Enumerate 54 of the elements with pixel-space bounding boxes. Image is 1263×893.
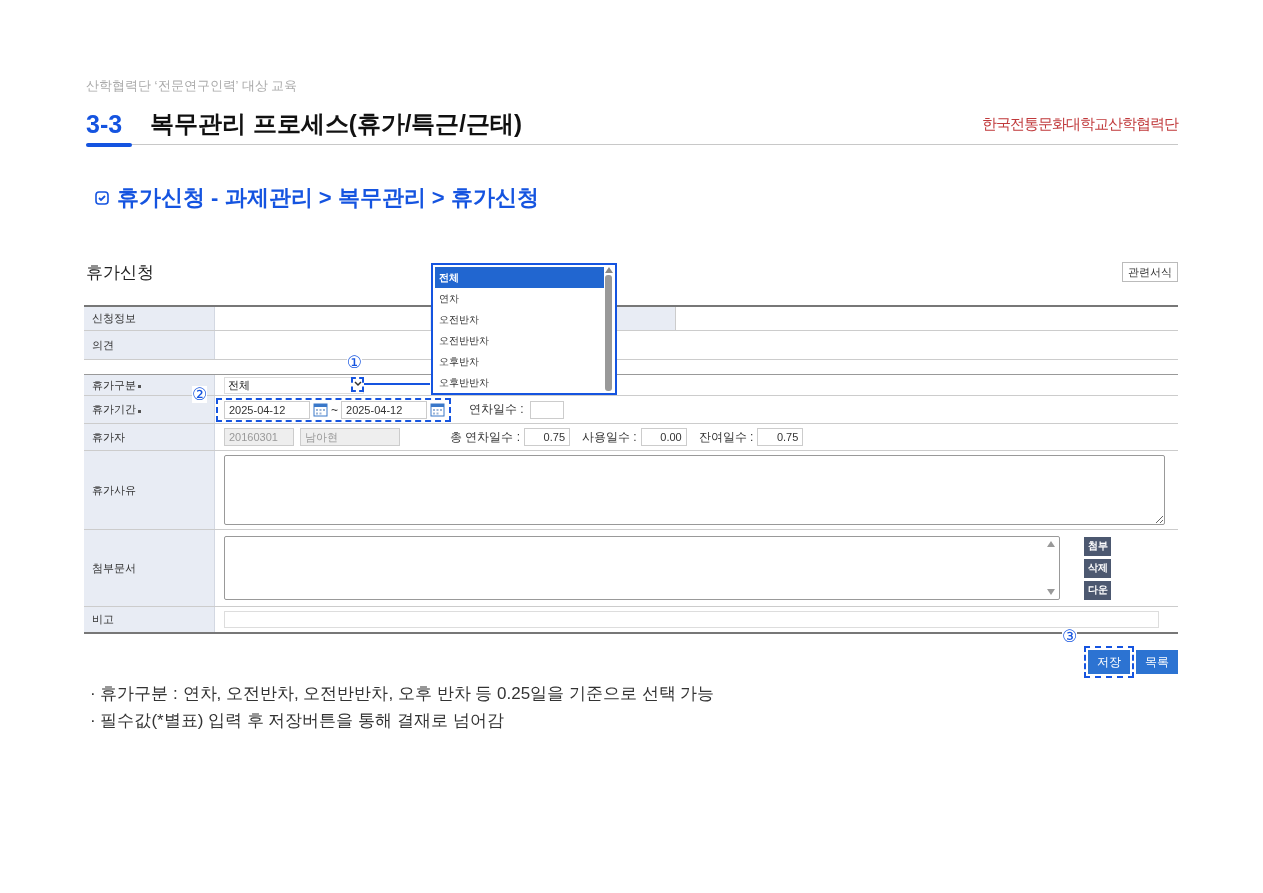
- date-field[interactable]: 2025-04-12: [224, 400, 310, 419]
- dropdown-option[interactable]: 오후반차: [435, 351, 604, 372]
- callout-number: ③: [1062, 628, 1078, 645]
- leader-line: [364, 382, 430, 385]
- days-field[interactable]: [529, 400, 564, 419]
- file-list[interactable]: [224, 536, 1060, 600]
- dropdown-option[interactable]: 오전반차: [435, 309, 604, 330]
- note-text: · 필수값(*별표) 입력 후 저장버튼을 통해 결재로 넘어감: [90, 710, 505, 732]
- dropdown-list[interactable]: 전체 연차 오전반차 오전반반차 오후반차 오후반반차: [431, 263, 617, 395]
- calendar-icon[interactable]: [313, 402, 328, 417]
- dropdown-option[interactable]: 오전반반차: [435, 330, 604, 351]
- calendar-icon[interactable]: [430, 402, 445, 417]
- dropdown-option[interactable]: 오후반반차: [435, 372, 604, 393]
- dropdown-option[interactable]: 연차: [435, 288, 604, 309]
- callout-number: ①: [346, 353, 362, 371]
- form-title: 휴가신청: [86, 261, 154, 284]
- save-button[interactable]: 저장: [1088, 650, 1130, 674]
- number-field[interactable]: 0.75: [524, 428, 570, 446]
- section-heading: 휴가신청 - 과제관리 > 복무관리 > 휴가신청: [117, 184, 539, 212]
- row-label: 비고: [84, 607, 215, 632]
- number-field[interactable]: 0.75: [757, 428, 804, 446]
- title-underline: [86, 143, 132, 147]
- file-button[interactable]: 삭제: [1084, 558, 1111, 578]
- checkbox-icon: [95, 191, 109, 205]
- number-field[interactable]: 0.00: [640, 428, 687, 446]
- scroll-up-icon[interactable]: [1047, 541, 1055, 547]
- reason-field[interactable]: [224, 455, 1165, 525]
- section-number: 3-3: [86, 109, 124, 139]
- note-field[interactable]: [224, 611, 1159, 628]
- note-text: · 휴가구분 : 연차, 오전반차, 오전반반차, 오후 반차 등 0.25일을 기준으로 선택 가능: [90, 683, 716, 705]
- field-label: 총 연차일수 :: [450, 428, 520, 446]
- date-field[interactable]: 2025-04-12: [341, 400, 427, 419]
- row-label: 휴가자: [84, 424, 215, 450]
- slide-title: 복무관리 프로세스(휴가/특근/근태): [150, 109, 522, 139]
- field-label: 사용일수 :: [582, 428, 637, 446]
- row-label: 휴가사유: [84, 451, 215, 529]
- scrollbar[interactable]: [604, 267, 613, 391]
- row-label: 첨부문서: [84, 530, 215, 606]
- field-label: 연차일수 :: [469, 401, 524, 418]
- file-button[interactable]: 첨부: [1084, 536, 1111, 556]
- row-label: 신청정보: [84, 307, 215, 330]
- scroll-up-icon[interactable]: [604, 267, 613, 273]
- chevron-down-icon[interactable]: [353, 381, 362, 387]
- slide-subtitle: 산학협력단 ‘전문연구인력’ 대상 교육: [86, 77, 299, 95]
- file-button[interactable]: 다운: [1084, 580, 1111, 600]
- field-label: 잔여일수 :: [698, 428, 754, 446]
- type-select[interactable]: 전체: [224, 376, 364, 394]
- scroll-down-icon[interactable]: [1047, 589, 1055, 595]
- range-separator: ~: [331, 402, 338, 417]
- row-label: 의견: [84, 331, 215, 359]
- logo-text: 한국전통문화대학교산학협력단: [982, 114, 1178, 134]
- list-button[interactable]: 목록: [1136, 650, 1178, 674]
- forms-button[interactable]: 관련서식: [1122, 262, 1178, 282]
- dropdown-option[interactable]: 전체: [435, 267, 604, 288]
